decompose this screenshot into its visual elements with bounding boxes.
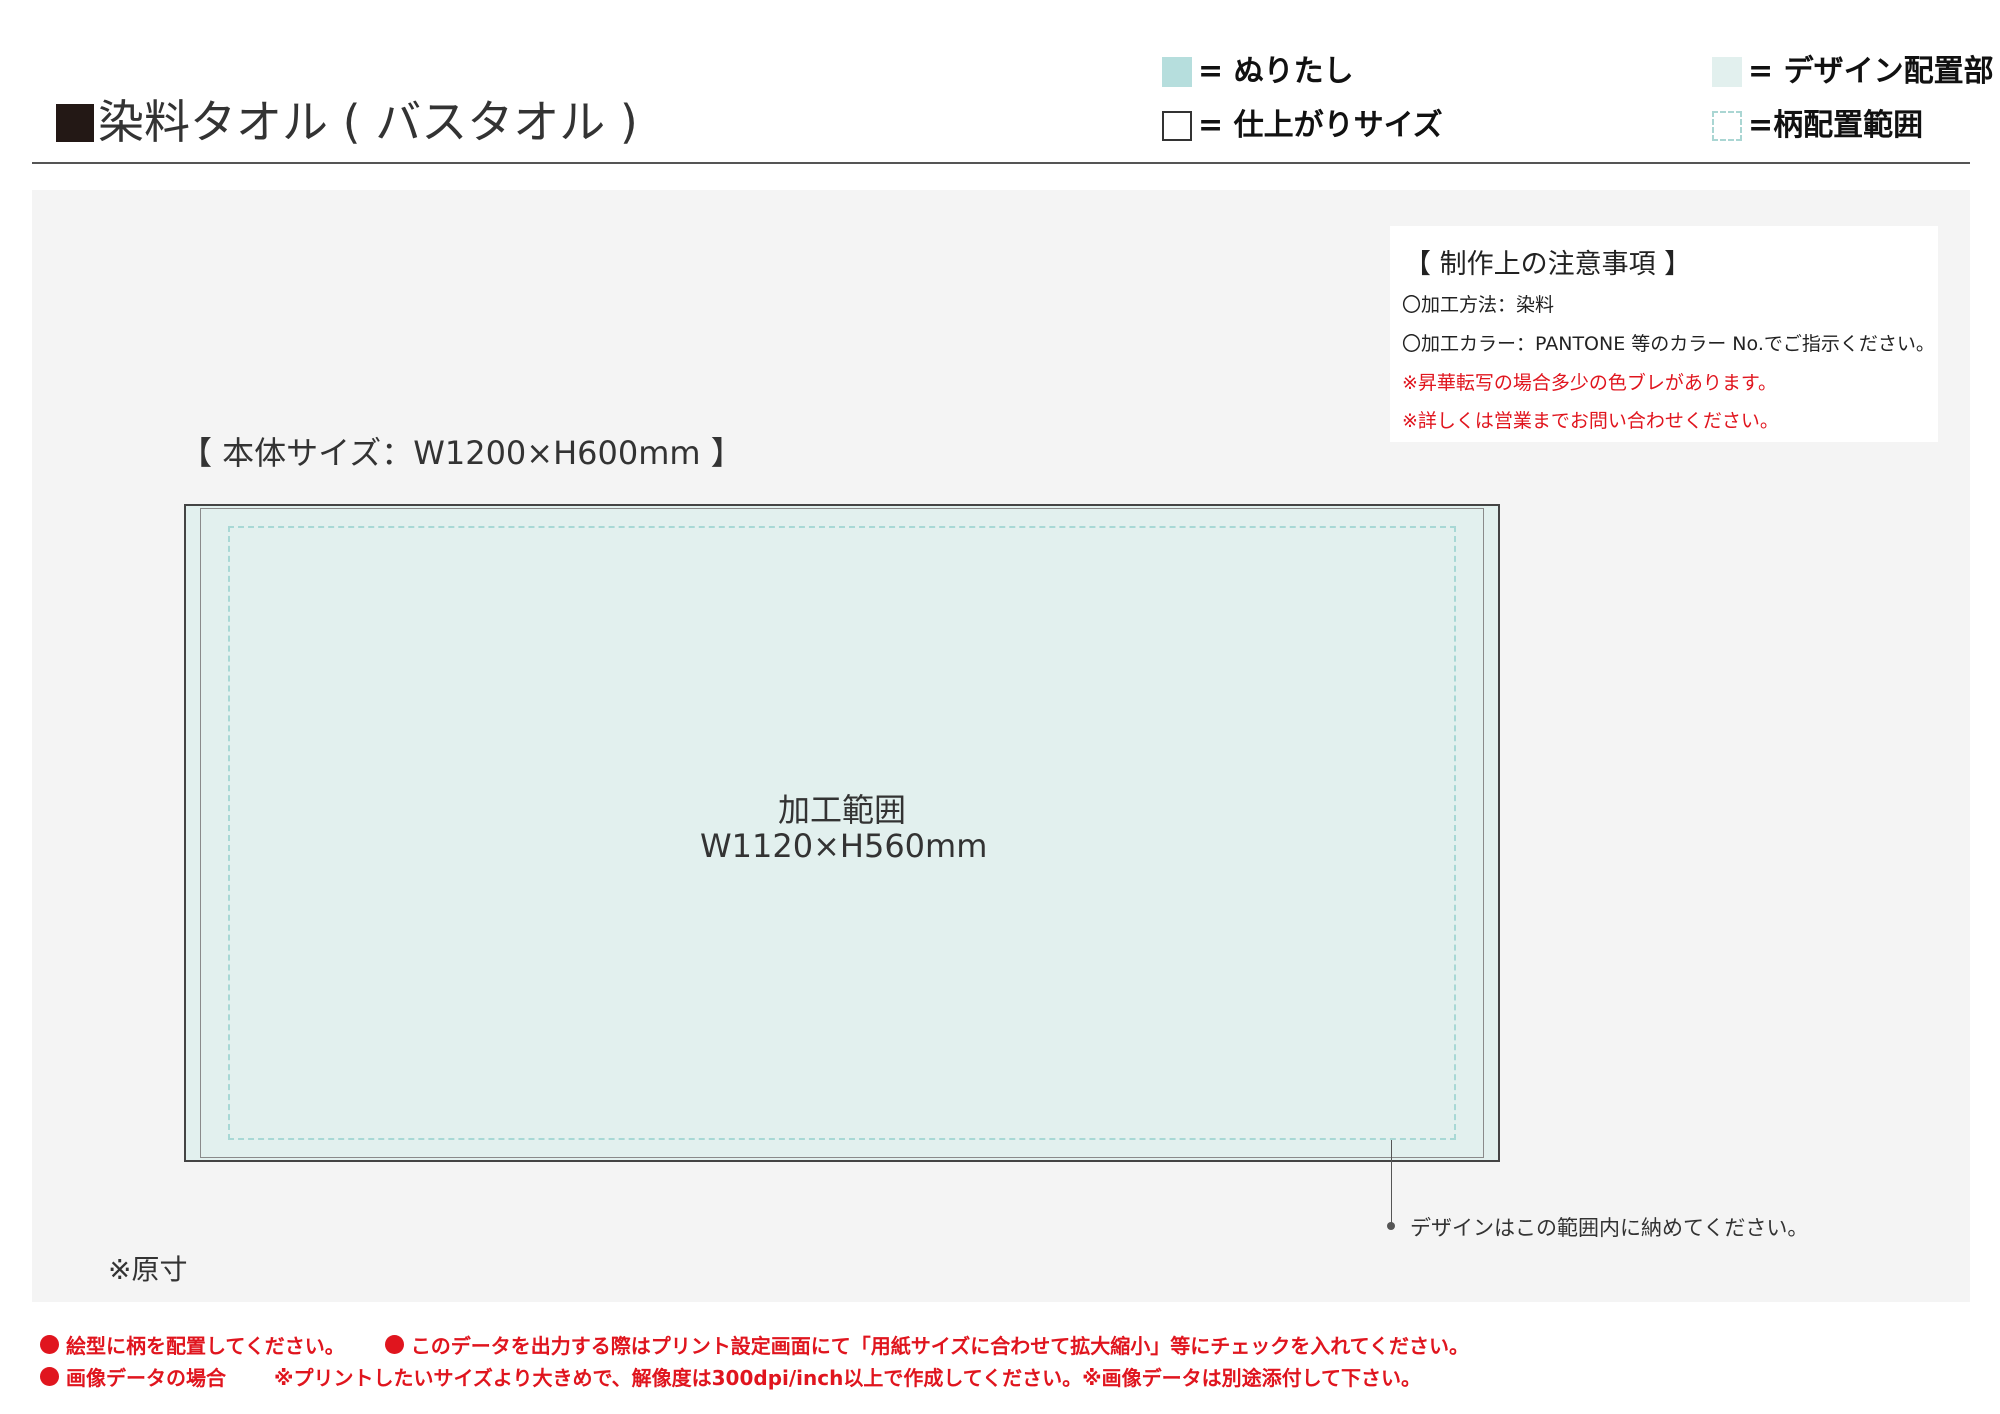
- bullet-icon: [384, 1335, 404, 1354]
- design-swatch-icon: [1712, 57, 1742, 87]
- legend-bleed-label: = ぬりたし: [1198, 54, 1354, 89]
- leader-note: デザインはこの範囲内に納めてください。: [1410, 1216, 1809, 1240]
- note-contact: ※詳しくは営業までお問い合わせください。: [1402, 410, 1779, 432]
- note-process: 〇加工方法：染料: [1402, 294, 1555, 316]
- legend-trim: = 仕上がりサイズ: [1162, 108, 1443, 144]
- processing-area-label: 加工範囲 W1120×H560mm: [700, 791, 988, 865]
- footer-line-1: 絵型に柄を配置してください。 このデータを出力する際はプリント設定画面にて「用紙サ…: [40, 1330, 1469, 1359]
- pattern-swatch-icon: [1712, 111, 1742, 141]
- legend-bleed: = ぬりたし: [1162, 54, 1354, 90]
- bullet-icon: [40, 1335, 59, 1354]
- trim-swatch-icon: [1162, 111, 1192, 141]
- page-title-text: 染料タオル ( バスタオル ): [98, 95, 638, 149]
- footer-note-print: このデータを出力する際はプリント設定画面にて「用紙サイズに合わせて拡大縮小」等に…: [410, 1334, 1470, 1358]
- legend-pattern: =柄配置範囲: [1712, 108, 1923, 144]
- footer-line-2: 画像データの場合 ※プリントしたいサイズより大きめで、解像度は300dpi/inc…: [40, 1362, 1421, 1391]
- legend-trim-label: = 仕上がりサイズ: [1198, 108, 1443, 143]
- scale-note: ※原寸: [108, 1253, 188, 1286]
- legend-design: = デザイン配置部: [1712, 54, 1994, 90]
- bullet-icon: [40, 1367, 59, 1386]
- footer-note-layout: 絵型に柄を配置してください。: [66, 1334, 345, 1358]
- notes-title: 【 制作上の注意事項 】: [1404, 249, 1692, 280]
- leader-line: [1391, 1140, 1392, 1225]
- bleed-swatch-icon: [1162, 57, 1192, 87]
- header-divider: [32, 162, 1970, 164]
- body-size-label: 【 本体サイズ：W1200×H600mm 】: [180, 434, 743, 472]
- processing-area-title: 加工範囲: [777, 791, 906, 829]
- leader-dot-icon: [1387, 1222, 1395, 1230]
- legend-design-label: = デザイン配置部: [1748, 54, 1994, 89]
- footer-note-image: ※プリントしたいサイズより大きめで、解像度は300dpi/inch以上で作成して…: [274, 1366, 1422, 1390]
- production-notes: 【 制作上の注意事項 】 〇加工方法：染料 〇加工カラー：PANTONE 等のカ…: [1390, 226, 1938, 442]
- legend-pattern-label: =柄配置範囲: [1748, 108, 1924, 143]
- processing-area-size: W1120×H560mm: [700, 827, 988, 865]
- footer-note-image-label: 画像データの場合: [66, 1366, 226, 1390]
- page-title: 染料タオル ( バスタオル ): [56, 92, 638, 152]
- note-color: 〇加工カラー：PANTONE 等のカラー No.でご指示ください。: [1402, 333, 1935, 355]
- title-square-icon: [56, 104, 94, 142]
- note-color-variance: ※昇華転写の場合多少の色ブレがあります。: [1402, 372, 1778, 394]
